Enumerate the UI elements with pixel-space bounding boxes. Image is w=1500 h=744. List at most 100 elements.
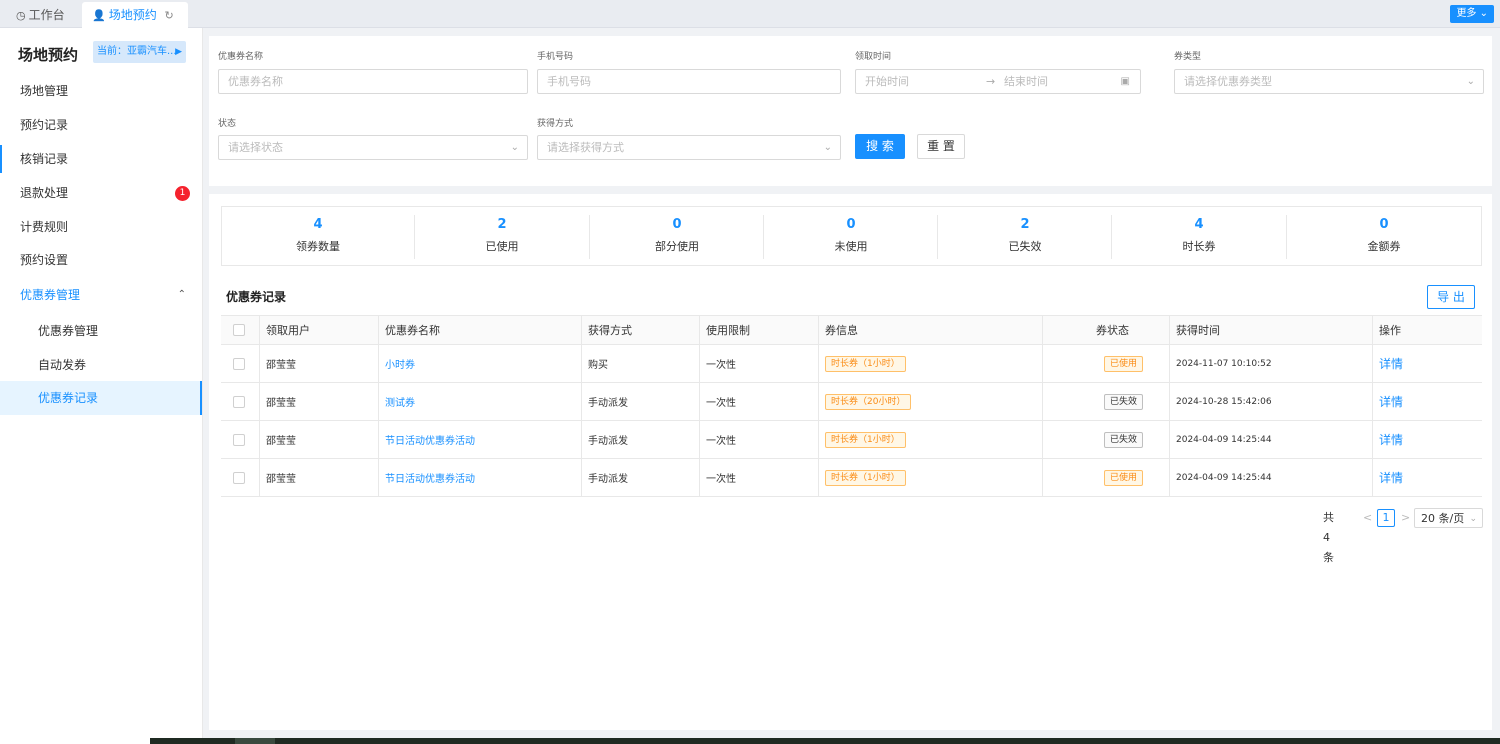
coupon-type-label: 券类型 [1174,52,1202,62]
cell-coupon-info: 时长券（1小时） [818,345,1042,382]
coupon-name-link[interactable]: 节日活动优惠券活动 [385,432,475,447]
table-row: 邵莹莹 节日活动优惠券活动 手动派发 一次性 时长券（1小时） 已失效 2024… [221,421,1482,459]
sidebar-item-label: 核销记录 [20,152,69,166]
notification-badge: 1 [175,186,190,201]
sidebar-item-coupon-records[interactable]: 优惠券记录 [0,381,202,415]
cell-limit: 一次性 [699,345,818,382]
receive-time-range-picker[interactable]: 开始时间 → 结束时间 ▣ [855,69,1141,94]
coupon-info-tag: 时长券（1小时） [825,431,906,448]
cell-coupon-info: 时长券（20小时） [818,383,1042,420]
sidebar-item-label: 退款处理 [20,186,69,200]
tab-bar: ◷工作台 👤场地预约 ↻ ✕ 更多 ⌄ [0,0,1500,49]
cell-method: 手动派发 [581,459,699,496]
stat-expired: 2 已失效 [938,215,1112,259]
status-tag: 已失效 [1103,393,1143,410]
sidebar-item-booking-records[interactable]: 预约记录 [0,108,202,142]
table-row: 邵莹莹 测试券 手动派发 一次性 时长券（20小时） 已失效 2024-10-2… [221,383,1482,421]
cell-actions: 详情 [1372,345,1482,382]
row-checkbox[interactable] [233,471,245,484]
cell-coupon-info: 时长券（1小时） [818,421,1042,458]
method-select[interactable]: 请选择获得方式 ⌄ [537,135,841,160]
stat-value: 0 [846,217,856,232]
cell-user: 邵莹莹 [259,421,378,458]
coupon-type-placeholder: 请选择优惠券类型 [1184,75,1272,88]
column-header-actions: 操作 [1372,316,1482,344]
details-link[interactable]: 详情 [1379,431,1403,448]
taskbar-segment [235,738,275,744]
phone-placeholder: 手机号码 [547,75,591,88]
sidebar-item-label: 预约设置 [20,253,69,267]
tab-venue-booking[interactable]: 👤场地预约 ↻ ✕ [82,2,188,49]
details-link[interactable]: 详情 [1379,355,1403,372]
reset-button[interactable]: 重 置 [917,134,965,159]
sidebar-item-auto-issue[interactable]: 自动发券 [0,348,202,382]
row-checkbox[interactable] [233,357,245,370]
tab-workbench[interactable]: ◷ 工作台 [6,2,75,28]
search-button[interactable]: 搜 索 [855,134,905,159]
cell-time: 2024-11-07 10:10:52 [1169,345,1372,382]
sidebar-item-label: 自动发券 [38,358,87,372]
tab-label: 工作台 [28,8,65,22]
current-location-tag[interactable]: 当前：亚霸汽车... ▶ [93,41,186,63]
page-size-select[interactable]: 20 条/页 ⌄ [1414,508,1483,528]
select-all-cell [221,316,259,344]
page-size-value: 20 条/页 [1421,512,1465,525]
sidebar-item-refunds[interactable]: 退款处理 1 [0,176,202,210]
coupon-name-placeholder: 优惠券名称 [228,75,283,88]
chevron-down-icon: ⌄ [823,142,832,153]
refresh-icon[interactable]: ↻ [165,9,174,22]
page-1-button[interactable]: 1 [1377,509,1395,527]
coupon-name-link[interactable]: 小时券 [385,356,415,371]
coupon-name-input[interactable]: 优惠券名称 [218,69,528,94]
table-header-row: 领取用户 优惠券名称 获得方式 使用限制 券信息 券状态 获得时间 操作 [221,315,1482,345]
cell-status: 已失效 [1042,421,1169,458]
sidebar-item-booking-settings[interactable]: 预约设置 [0,243,202,277]
sidebar-item-verification-records[interactable]: 核销记录 [0,142,202,176]
row-select-cell [221,345,259,382]
cell-actions: 详情 [1372,459,1482,496]
details-link[interactable]: 详情 [1379,393,1403,410]
prev-page-button[interactable]: < [1363,508,1372,528]
cell-coupon-name: 测试券 [378,383,581,420]
sidebar-item-coupon-management[interactable]: 优惠券管理 [0,314,202,348]
content-panel: 4 领券数量 2 已使用 0 部分使用 0 未使用 2 已失效 4 时长券 0 金额券 优惠券… [209,194,1492,730]
sidebar-item-venue-management[interactable]: 场地管理 [0,74,202,108]
taskbar-strip [150,738,1500,744]
more-button[interactable]: 更多 ⌄ [1450,5,1494,23]
next-page-button[interactable]: > [1401,508,1410,528]
phone-input[interactable]: 手机号码 [537,69,841,94]
coupon-name-link[interactable]: 测试券 [385,394,415,409]
status-select[interactable]: 请选择状态 ⌄ [218,135,528,160]
sidebar-item-billing-rules[interactable]: 计费规则 [0,210,202,244]
details-link[interactable]: 详情 [1379,469,1403,486]
row-checkbox[interactable] [233,433,245,446]
cell-coupon-name: 小时券 [378,345,581,382]
sidebar-item-label: 优惠券管理 [20,288,81,302]
status-tag: 已使用 [1103,469,1143,486]
sidebar-item-coupon-group[interactable]: 优惠券管理 ⌃ [0,278,202,312]
export-button[interactable]: 导 出 [1427,285,1475,309]
cell-status: 已使用 [1042,345,1169,382]
section-title: 优惠券记录 [226,290,287,304]
current-location-text: 当前：亚霸汽车... [97,46,177,57]
coupon-type-select[interactable]: 请选择优惠券类型 ⌄ [1174,69,1484,94]
coupon-name-link[interactable]: 节日活动优惠券活动 [385,470,475,485]
column-header-user: 领取用户 [259,316,378,344]
sidebar-item-label: 预约记录 [20,118,69,132]
stat-label: 部分使用 [655,240,699,253]
cell-user: 邵莹莹 [259,383,378,420]
row-select-cell [221,459,259,496]
cell-status: 已失效 [1042,383,1169,420]
select-all-checkbox[interactable] [233,324,245,336]
cell-method: 手动派发 [581,383,699,420]
column-header-coupon-name: 优惠券名称 [378,316,581,344]
column-header-method: 获得方式 [581,316,699,344]
cell-user: 邵莹莹 [259,345,378,382]
cell-time: 2024-10-28 15:42:06 [1169,383,1372,420]
stat-duration-coupons: 4 时长券 [1112,215,1286,259]
row-checkbox[interactable] [233,395,245,408]
user-icon: 👤 [92,9,106,22]
coupon-name-label: 优惠券名称 [218,52,264,62]
stat-total-coupons: 4 领券数量 [222,215,414,259]
table-row: 邵莹莹 节日活动优惠券活动 手动派发 一次性 时长券（1小时） 已使用 2024… [221,459,1482,497]
